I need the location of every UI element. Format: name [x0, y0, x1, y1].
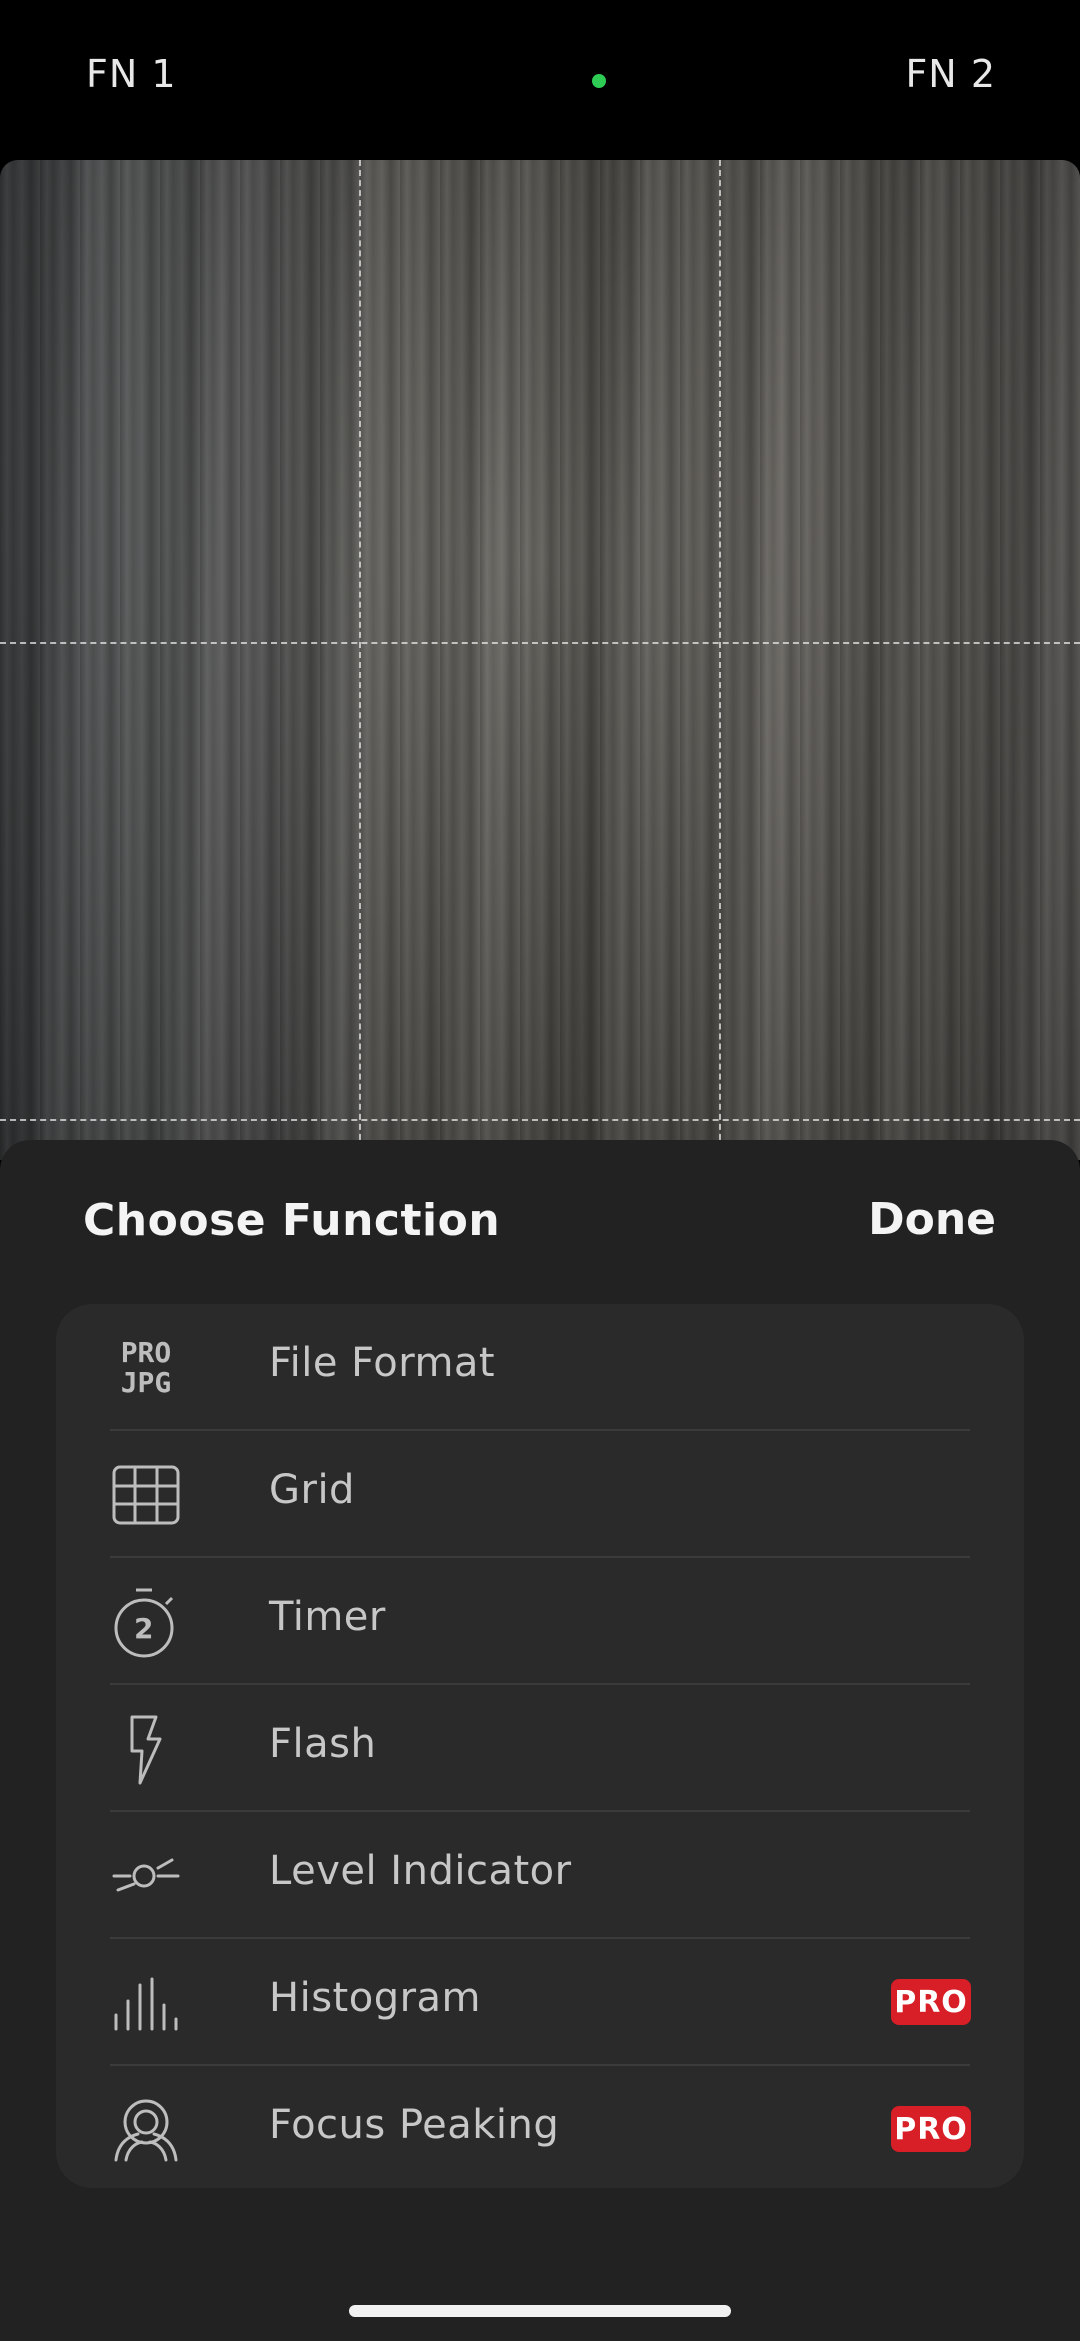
list-item-grid[interactable]: Grid: [56, 1431, 1024, 1558]
list-item-level-indicator[interactable]: Level Indicator: [56, 1812, 1024, 1939]
function-list: PRO JPG File Format Grid 2 Timer Flash L…: [56, 1304, 1024, 2188]
list-item-label: Grid: [269, 1467, 355, 1513]
level-indicator-icon: [110, 1840, 182, 1912]
pro-badge: PRO: [891, 2106, 971, 2152]
list-item-label: File Format: [269, 1340, 496, 1386]
grid-line: [0, 1119, 1080, 1121]
viewfinder-vignette: [0, 160, 1080, 1160]
timer-icon: 2: [110, 1586, 182, 1658]
sheet-title: Choose Function: [83, 1195, 501, 1246]
choose-function-sheet: Choose Function Done PRO JPG File Format: [0, 1140, 1080, 2341]
list-item-label: Timer: [269, 1594, 386, 1640]
list-item-label: Histogram: [269, 1975, 481, 2021]
list-item-label: Focus Peaking: [269, 2102, 560, 2148]
top-bar: FN 1 FN 2: [0, 0, 1080, 160]
list-item-label: Flash: [269, 1721, 377, 1767]
file-format-icon: PRO JPG: [110, 1332, 182, 1404]
histogram-icon: [110, 1967, 182, 2039]
list-item-label: Level Indicator: [269, 1848, 572, 1894]
list-item-timer[interactable]: 2 Timer: [56, 1558, 1024, 1685]
status-dot: [592, 74, 606, 88]
grid-line: [719, 160, 721, 1160]
list-item-file-format[interactable]: PRO JPG File Format: [56, 1304, 1024, 1431]
list-item-focus-peaking[interactable]: Focus Peaking PRO: [56, 2066, 1024, 2188]
focus-peaking-icon: [110, 2094, 182, 2166]
home-indicator[interactable]: [349, 2305, 731, 2317]
pro-badge: PRO: [891, 1979, 971, 2025]
done-button[interactable]: Done: [868, 1194, 996, 1245]
list-item-histogram[interactable]: Histogram PRO: [56, 1939, 1024, 2066]
camera-viewfinder[interactable]: [0, 160, 1080, 1160]
grid-icon: [110, 1459, 182, 1531]
flash-icon: [110, 1713, 182, 1785]
timer-icon-digit: 2: [134, 1612, 154, 1645]
list-item-flash[interactable]: Flash: [56, 1685, 1024, 1812]
fn2-button[interactable]: FN 2: [905, 52, 996, 96]
fn1-button[interactable]: FN 1: [86, 52, 177, 96]
grid-line: [359, 160, 361, 1160]
file-format-icon-text-bottom: JPG: [120, 1366, 172, 1399]
grid-line: [0, 642, 1080, 644]
file-format-icon-text-top: PRO: [120, 1336, 172, 1369]
